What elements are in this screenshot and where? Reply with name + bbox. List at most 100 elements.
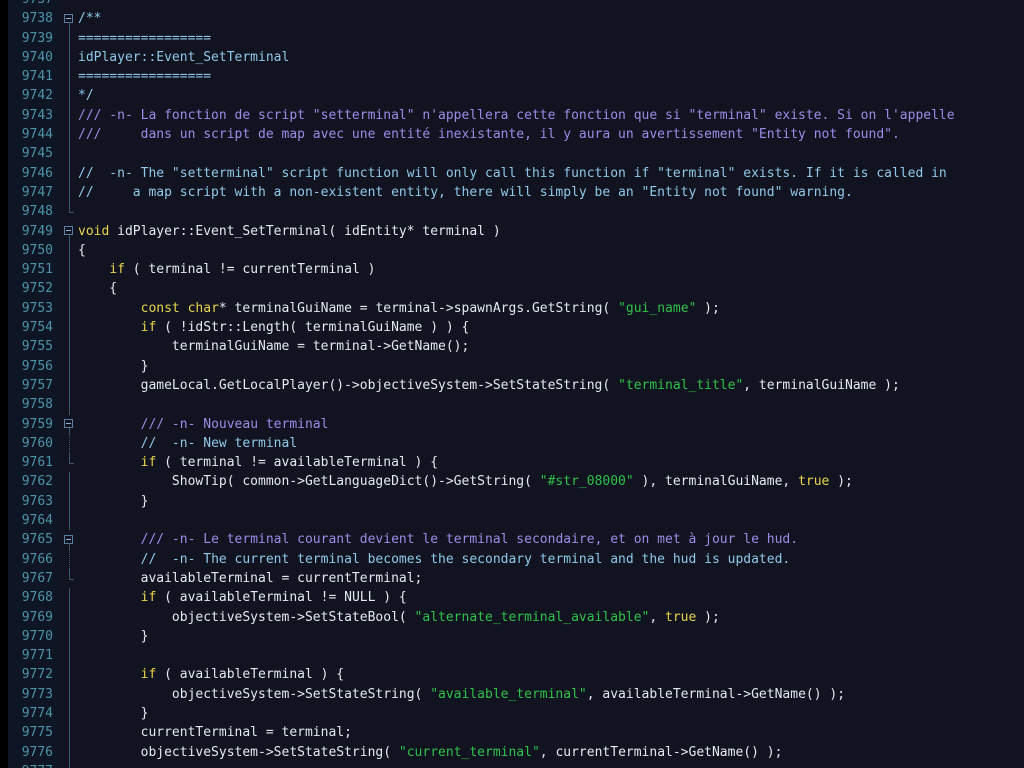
code-line[interactable]: 9760 // -n- New terminal bbox=[0, 433, 1024, 454]
code-text[interactable]: const char* terminalGuiName = terminal->… bbox=[78, 299, 720, 318]
code-line[interactable]: 9754 if ( !idStr::Length( terminalGuiNam… bbox=[0, 318, 1024, 338]
code-line[interactable]: 9761 if ( terminal != availableTerminal … bbox=[0, 453, 1024, 473]
code-text[interactable]: /// -n- La fonction de script "settermin… bbox=[78, 106, 955, 125]
fold-guide-line bbox=[63, 588, 77, 608]
code-text[interactable]: idPlayer::Event_SetTerminal bbox=[78, 48, 289, 67]
line-number: 9756 bbox=[0, 356, 58, 376]
line-number: 9742 bbox=[0, 86, 58, 106]
code-line[interactable]: 9777 bbox=[0, 761, 1024, 768]
code-line[interactable]: 9755 terminalGuiName = terminal->GetName… bbox=[0, 337, 1024, 357]
code-line[interactable]: 9756 } bbox=[0, 356, 1024, 376]
code-token: /** bbox=[78, 11, 102, 27]
code-text[interactable]: } bbox=[78, 627, 149, 646]
code-text[interactable]: } bbox=[78, 492, 149, 511]
code-line[interactable]: 9740 idPlayer::Event_SetTerminal bbox=[0, 47, 1024, 68]
code-line[interactable]: 9771 bbox=[0, 646, 1024, 666]
code-line[interactable]: 9764 bbox=[0, 511, 1024, 531]
code-line[interactable]: 9758 bbox=[0, 395, 1024, 415]
code-text[interactable]: /** bbox=[78, 9, 101, 28]
code-text[interactable]: // -n- The current terminal becomes the … bbox=[78, 550, 791, 569]
code-line[interactable]: 9750 { bbox=[0, 240, 1024, 261]
code-line[interactable]: 9769 objectiveSystem->SetStateBool( "alt… bbox=[0, 607, 1024, 627]
code-text[interactable]: } bbox=[78, 357, 149, 376]
code-text[interactable]: // a map script with a non-existent enti… bbox=[78, 183, 853, 202]
code-text[interactable]: objectiveSystem->SetStateBool( "alternat… bbox=[78, 608, 720, 627]
code-editor[interactable]: 97379738 /** 9739 ================= 9740 idPl… bbox=[0, 0, 1024, 768]
code-line[interactable]: 9744 /// dans un script de map avec une e… bbox=[0, 125, 1024, 145]
code-line[interactable]: 9751 if ( terminal != currentTerminal ) bbox=[0, 260, 1024, 280]
code-line[interactable]: 9752 { bbox=[0, 279, 1024, 299]
code-line[interactable]: 9770 } bbox=[0, 626, 1024, 647]
code-line[interactable]: 9763 } bbox=[0, 491, 1024, 512]
code-line[interactable]: 9742 */ bbox=[0, 86, 1024, 106]
code-text[interactable]: { bbox=[78, 241, 86, 260]
fold-guide-line bbox=[63, 646, 77, 666]
code-text[interactable]: objectiveSystem->SetStateString( "curren… bbox=[78, 743, 783, 762]
code-line[interactable]: 9773 objectiveSystem->SetStateString( "a… bbox=[0, 684, 1024, 704]
code-text[interactable]: ShowTip( common->GetLanguageDict()->GetS… bbox=[78, 472, 853, 491]
line-number: 9738 bbox=[0, 9, 58, 29]
fold-guide-line bbox=[63, 105, 77, 126]
code-line[interactable]: 9762 ShowTip( common->GetLanguageDict()-… bbox=[0, 472, 1024, 492]
code-line[interactable]: 9749 void idPlayer::Event_SetTerminal( id… bbox=[0, 221, 1024, 241]
code-text[interactable]: availableTerminal = currentTerminal; bbox=[78, 569, 423, 588]
code-line[interactable]: 9738 /** bbox=[0, 9, 1024, 29]
code-text[interactable]: /// dans un script de map avec une entit… bbox=[78, 125, 900, 144]
code-text[interactable]: currentTerminal = terminal; bbox=[78, 723, 352, 742]
fold-guide-line bbox=[63, 742, 77, 762]
code-text[interactable]: if ( terminal != availableTerminal ) { bbox=[78, 453, 438, 472]
code-text[interactable]: // -n- New terminal bbox=[78, 434, 298, 453]
code-line[interactable]: 9753 const char* terminalGuiName = termi… bbox=[0, 298, 1024, 319]
code-text[interactable]: if ( !idStr::Length( terminalGuiName ) )… bbox=[78, 318, 470, 337]
code-line[interactable]: 9747 // a map script with a non-existent … bbox=[0, 182, 1024, 203]
code-text[interactable]: ================= bbox=[78, 29, 211, 48]
code-line[interactable]: 9767 availableTerminal = currentTerminal… bbox=[0, 568, 1024, 589]
code-text[interactable]: */ bbox=[78, 86, 94, 105]
code-text[interactable]: } bbox=[78, 704, 149, 723]
fold-collapse-icon[interactable] bbox=[63, 415, 77, 434]
code-text[interactable]: // -n- The "setterminal" script function… bbox=[78, 164, 947, 183]
code-text[interactable]: terminalGuiName = terminal->GetName(); bbox=[78, 337, 469, 356]
code-line[interactable]: 9776 objectiveSystem->SetStateString( "c… bbox=[0, 742, 1024, 762]
code-text[interactable]: if ( availableTerminal != NULL ) { bbox=[78, 588, 407, 607]
code-line[interactable]: 9737 bbox=[0, 0, 1024, 10]
fold-guide-line-dotted-end bbox=[63, 568, 77, 588]
code-line[interactable]: 9745 bbox=[0, 144, 1024, 164]
code-token: , currentTerminal->GetName() ); bbox=[539, 744, 783, 760]
code-text[interactable]: gameLocal.GetLocalPlayer()->objectiveSys… bbox=[78, 376, 900, 395]
code-text[interactable]: void idPlayer::Event_SetTerminal( idEnti… bbox=[78, 222, 501, 241]
code-line[interactable]: 9757 gameLocal.GetLocalPlayer()->objecti… bbox=[0, 375, 1024, 396]
code-line[interactable]: 9748 bbox=[0, 202, 1024, 222]
fold-collapse-icon[interactable] bbox=[63, 9, 77, 29]
code-line[interactable]: 9766 // -n- The current terminal becomes… bbox=[0, 549, 1024, 569]
code-text[interactable]: if ( availableTerminal ) { bbox=[78, 665, 345, 684]
fold-guide-line-end bbox=[63, 202, 77, 221]
code-line[interactable]: 9775 currentTerminal = terminal; bbox=[0, 723, 1024, 743]
fold-collapse-icon[interactable] bbox=[63, 530, 77, 550]
fold-guide-line bbox=[63, 125, 77, 145]
code-line[interactable]: 9743 /// -n- La fonction de script "sette… bbox=[0, 105, 1024, 126]
code-line[interactable]: 9765 /// -n- Le terminal courant devient… bbox=[0, 530, 1024, 550]
code-text[interactable]: { bbox=[78, 279, 117, 298]
code-line[interactable]: 9746 // -n- The "setterminal" script func… bbox=[0, 163, 1024, 183]
line-number: 9741 bbox=[0, 67, 58, 87]
fold-guide-line bbox=[68, 28, 70, 48]
code-token: { bbox=[78, 281, 118, 297]
code-text[interactable]: if ( terminal != currentTerminal ) bbox=[78, 260, 375, 279]
code-line[interactable]: 9741 ================= bbox=[0, 67, 1024, 87]
code-lines-container[interactable]: 97379738 /** 9739 ================= 9740 idPl… bbox=[0, 0, 1024, 768]
fold-collapse-icon[interactable] bbox=[63, 222, 77, 241]
code-line[interactable]: 9759 /// -n- Nouveau terminal bbox=[0, 414, 1024, 434]
code-text[interactable]: /// -n- Le terminal courant devient le t… bbox=[78, 530, 798, 549]
code-line[interactable]: 9768 if ( availableTerminal != NULL ) { bbox=[0, 588, 1024, 608]
code-text[interactable]: /// -n- Nouveau terminal bbox=[78, 415, 329, 434]
code-line[interactable]: 9739 ================= bbox=[0, 28, 1024, 48]
code-token: "current_terminal" bbox=[398, 744, 540, 760]
code-line[interactable]: 9774 } bbox=[0, 703, 1024, 724]
fold-guide-line bbox=[68, 375, 70, 396]
code-text[interactable]: ================= bbox=[78, 67, 211, 86]
code-line[interactable]: 9772 if ( availableTerminal ) { bbox=[0, 665, 1024, 685]
code-text[interactable]: objectiveSystem->SetStateString( "availa… bbox=[78, 685, 845, 704]
